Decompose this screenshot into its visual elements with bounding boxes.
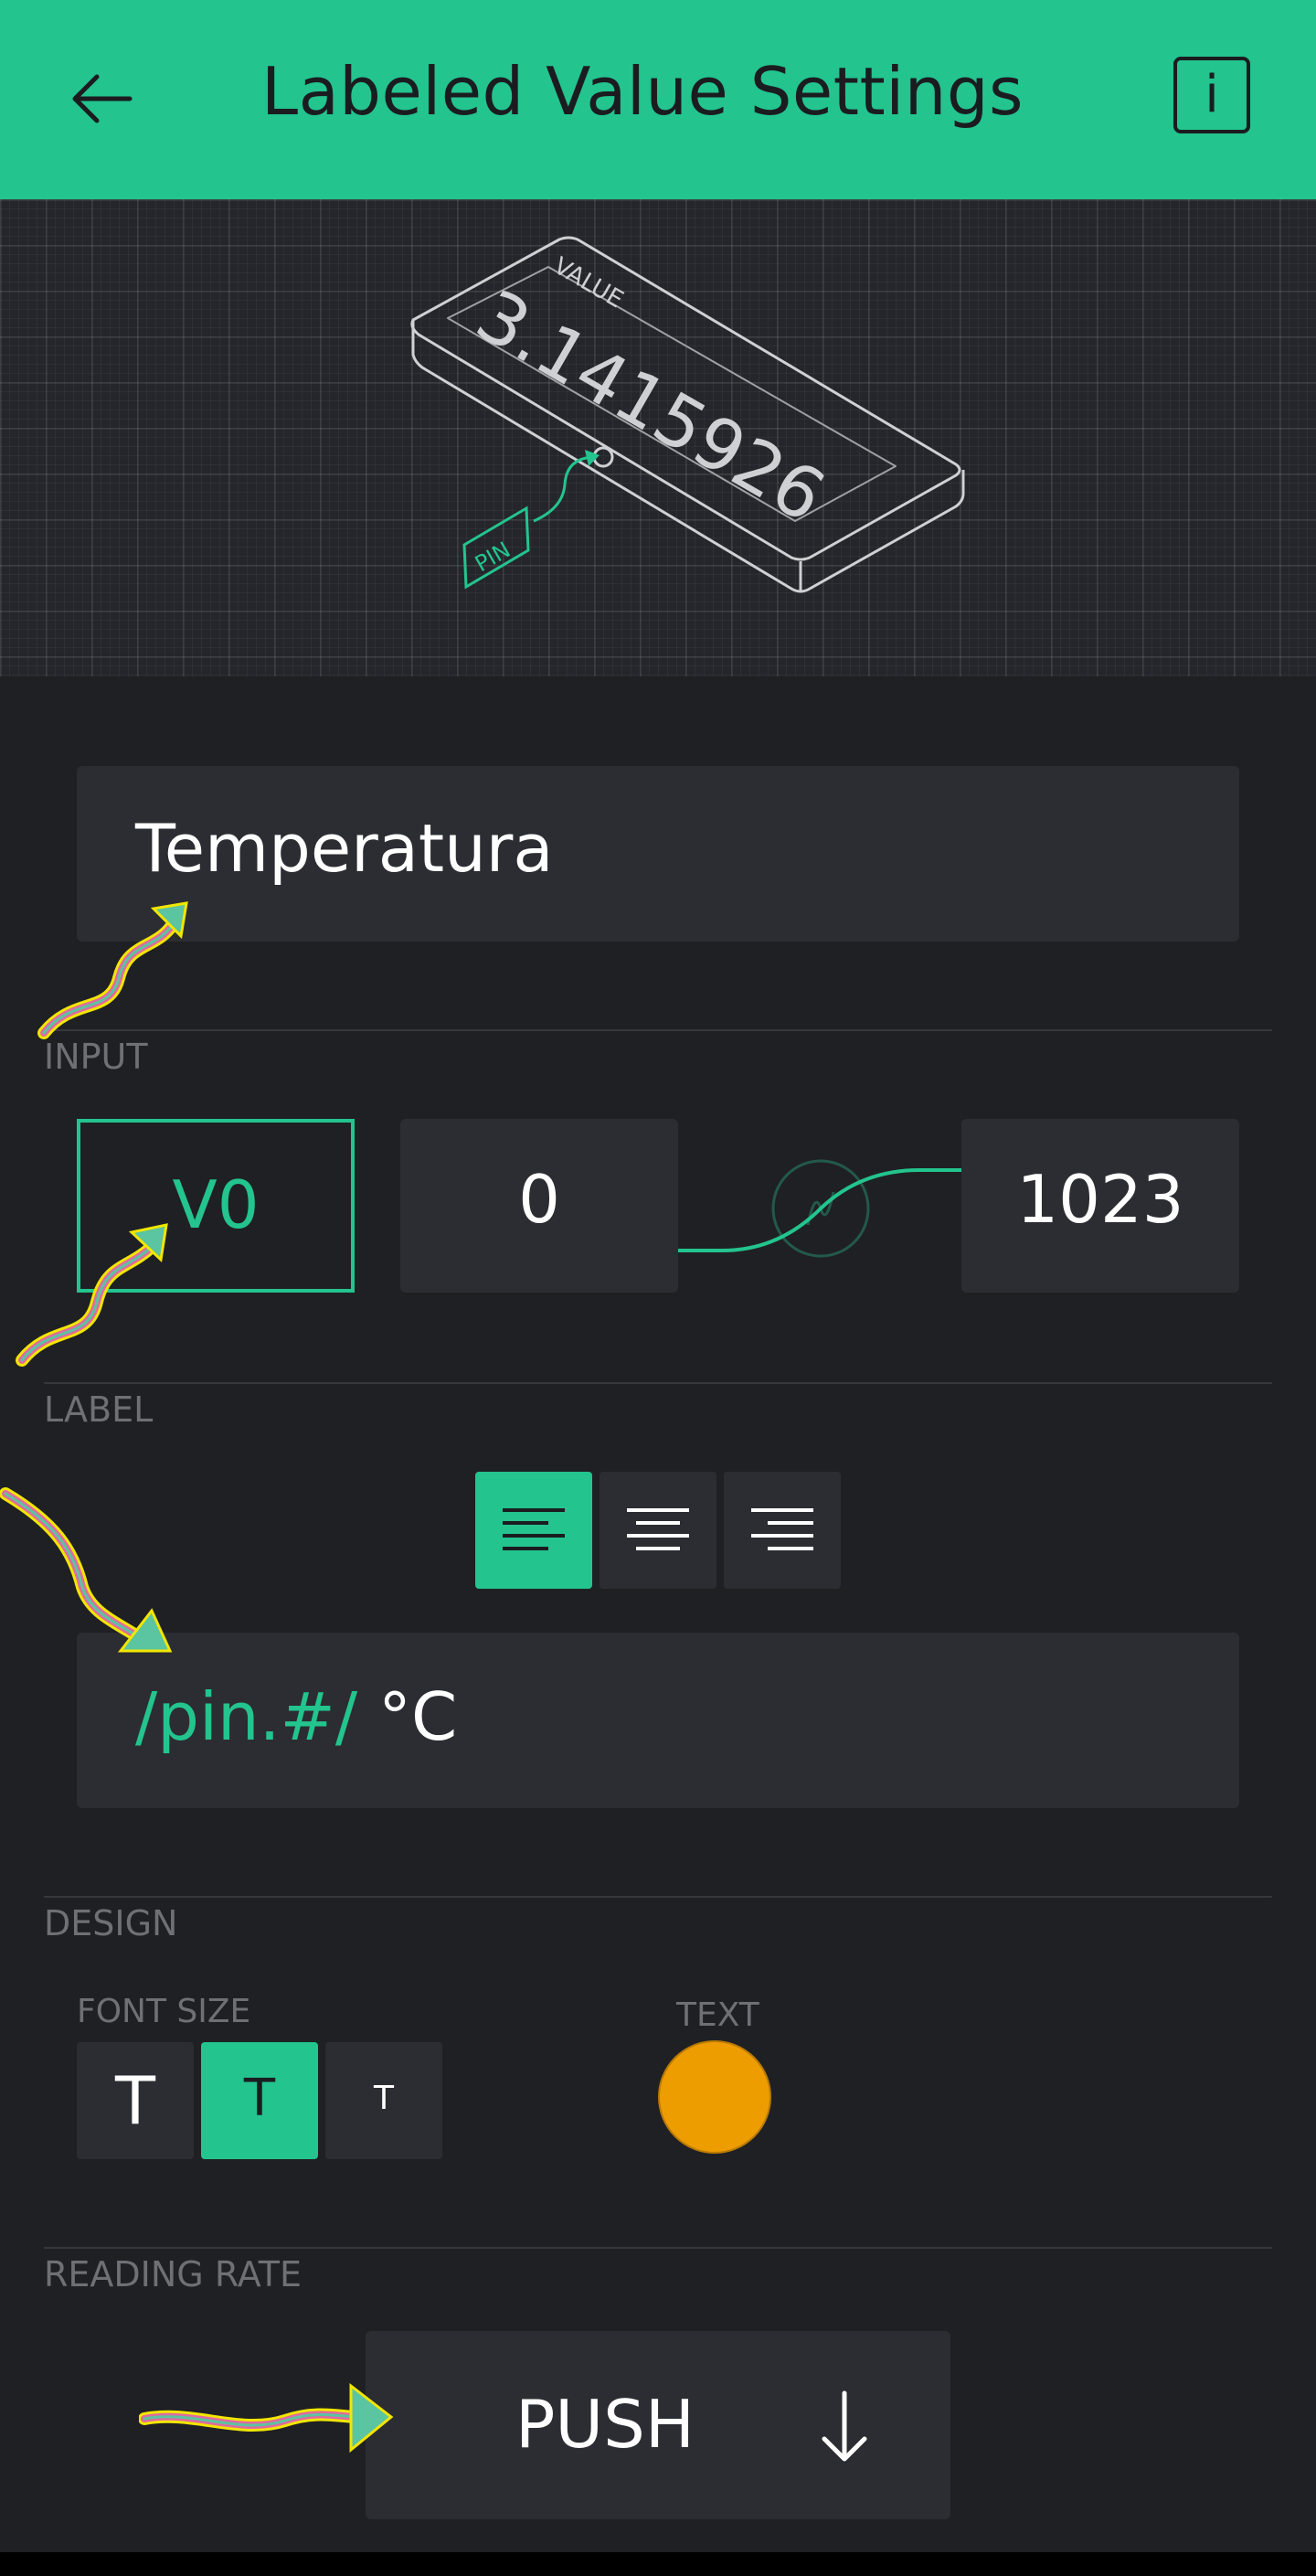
app-bar: Labeled Value Settings i	[0, 0, 1316, 199]
min-value-input[interactable]: 0	[400, 1119, 678, 1293]
max-value-input[interactable]: 1023	[961, 1119, 1239, 1293]
mapping-curve-icon	[678, 1159, 963, 1258]
divider	[44, 1896, 1272, 1898]
arrow-left-icon	[72, 74, 133, 123]
text-color-swatch[interactable]	[658, 2040, 771, 2154]
section-reading-rate-label: READING RATE	[44, 2254, 302, 2294]
annotation-arrow-icon	[37, 901, 188, 1039]
align-left-button[interactable]	[475, 1472, 592, 1589]
reading-rate-value: PUSH	[515, 2386, 695, 2463]
align-center-button[interactable]	[600, 1472, 716, 1589]
align-center-icon	[627, 1508, 689, 1550]
section-input-label: INPUT	[44, 1037, 148, 1077]
page-title: Labeled Value Settings	[261, 53, 1024, 130]
back-button[interactable]	[66, 66, 139, 132]
arrow-down-icon	[822, 2390, 867, 2462]
widget-value: 3.1415926	[463, 275, 838, 539]
info-button[interactable]: i	[1173, 57, 1250, 133]
pin-tag: PIN	[462, 506, 530, 590]
annotation-arrow-icon	[139, 2382, 394, 2454]
align-right-icon	[751, 1508, 813, 1550]
widget-illustration: VALUE 3.1415926 PIN	[0, 199, 1316, 676]
text-color-label: TEXT	[676, 1996, 759, 2034]
align-right-button[interactable]	[724, 1472, 841, 1589]
unit-suffix: °C	[377, 1678, 458, 1755]
annotation-arrow-icon	[16, 1223, 168, 1367]
divider	[44, 2247, 1272, 2249]
reading-rate-dropdown[interactable]: PUSH	[366, 2331, 950, 2519]
section-design-label: DESIGN	[44, 1903, 178, 1943]
align-left-icon	[503, 1508, 565, 1550]
widget-name-input[interactable]: Temperatura	[77, 766, 1239, 942]
divider	[44, 1382, 1272, 1384]
font-size-label: FONT SIZE	[77, 1993, 251, 2030]
section-label-label: LABEL	[44, 1389, 154, 1430]
pin-token: /pin.#/	[135, 1678, 358, 1755]
label-format-input[interactable]: /pin.#/ °C	[77, 1633, 1239, 1808]
divider	[44, 1029, 1272, 1031]
svg-text:PIN: PIN	[471, 537, 515, 577]
annotation-arrow-icon	[0, 1487, 173, 1653]
system-nav-bar	[0, 2552, 1316, 2576]
labeled-value-illustration: VALUE 3.1415926 PIN	[410, 236, 965, 593]
font-size-large-button[interactable]: T	[77, 2042, 194, 2159]
font-size-medium-button[interactable]: T	[201, 2042, 318, 2159]
label-format-value: /pin.#/ °C	[135, 1678, 457, 1755]
widget-name-value: Temperatura	[135, 810, 554, 887]
font-size-small-button[interactable]: T	[325, 2042, 442, 2159]
